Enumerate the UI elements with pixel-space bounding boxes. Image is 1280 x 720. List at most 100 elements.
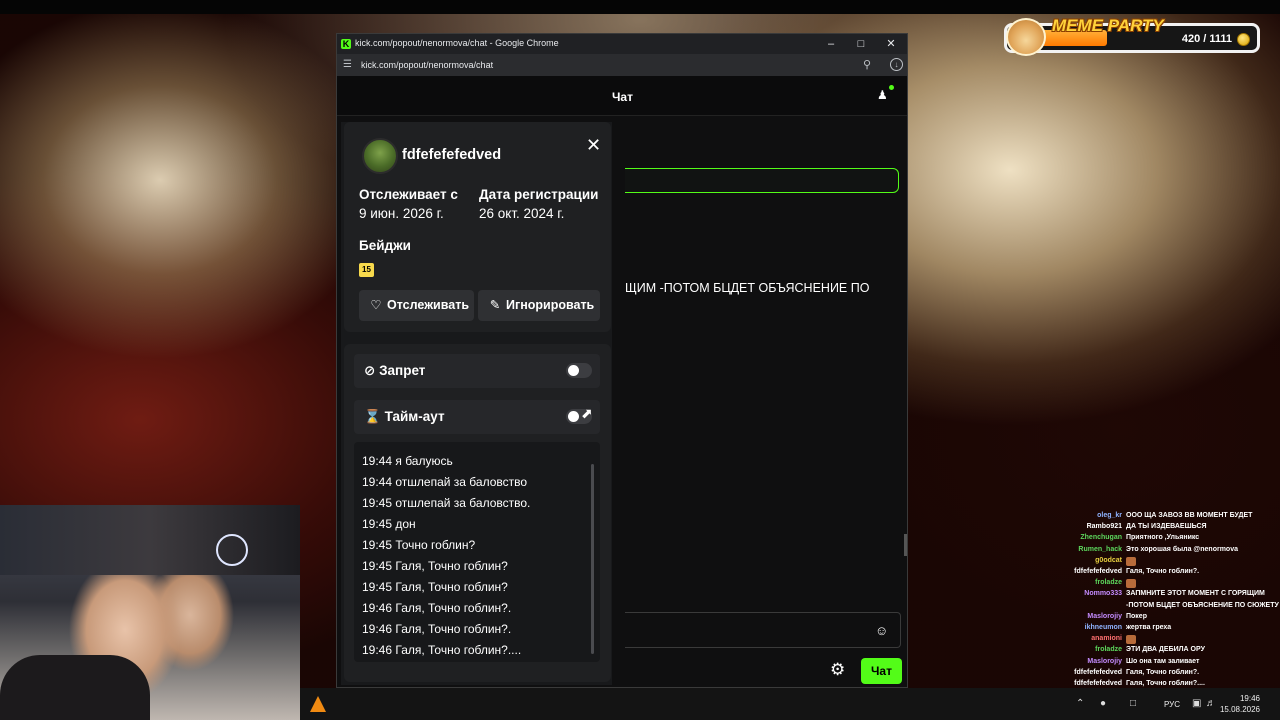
url-text[interactable]: kick.com/popout/nenormova/chat	[361, 60, 493, 70]
history-item: 19:45 отшлепай за баловство.	[362, 496, 531, 510]
overlay-chat-row: Maslorojiy Шо она там заливает	[1030, 658, 1280, 669]
overlay-chat-user: fdfefefefedved	[1074, 668, 1122, 676]
clock[interactable]: 19:46 15.08.2026	[1216, 693, 1260, 715]
ring-light	[216, 534, 248, 566]
overlay-chat-row: Zhenchugan Приятного ,Ульяникс	[1030, 534, 1280, 545]
title-bar: K kick.com/popout/nenormova/chat - Googl…	[337, 34, 907, 54]
ban-label: ⊘ Запрет	[364, 363, 425, 379]
ignore-label: Игнорировать	[506, 298, 595, 312]
toggle-knob	[568, 411, 579, 422]
overlay-chat-row: Nommo333 ЗАПМНИТЕ ЭТОТ МОМЕНТ С ГОРЯЩИМ	[1030, 590, 1280, 601]
history-item: 19:45 дон	[362, 517, 416, 531]
chat-scrollbar[interactable]	[904, 534, 907, 556]
tray-app-icon[interactable]: ●	[1100, 698, 1106, 709]
overlay-chat-user: g0odcat	[1095, 556, 1122, 564]
gear-icon[interactable]: ⚙	[830, 660, 845, 680]
overlay-chat-message	[1126, 635, 1136, 645]
pinned-message[interactable]	[625, 168, 899, 193]
close-window-button[interactable]: ✕	[875, 36, 907, 52]
tray-chevron-icon[interactable]: ⌃	[1076, 698, 1084, 709]
overlay-chat-row: fdfefefefedved Галя, Точно гоблин?.	[1030, 669, 1280, 680]
chat-message: ЩИМ -ПОТОМ БЦДЕТ ОБЪЯСНЕНИЕ ПО	[625, 281, 870, 295]
overlay-chat-user: fdfefefefedved	[1074, 680, 1122, 687]
minimize-button[interactable]: –	[815, 36, 847, 52]
badges-label: Бейджи	[359, 238, 411, 253]
timeout-label: ⌛ Тайм-аут	[364, 409, 445, 425]
history-scrollbar[interactable]	[591, 464, 594, 654]
overlay-chat-row: fdfefefefedved Галя, Точно гоблин?.	[1030, 568, 1280, 579]
ignore-icon: ✎	[489, 298, 501, 312]
overlay-chat-message: жертва греха	[1126, 624, 1172, 631]
meme-title: MEME PARTY	[1052, 16, 1164, 35]
overlay-chat-user: Rumen_hack	[1078, 545, 1122, 553]
user-card: fdfefefefedved ✕ Отслеживает с 9 июн. 20…	[341, 122, 612, 685]
overlay-chat-message: Шо она там заливает	[1126, 657, 1200, 665]
overlay-chat-row: g0odcat	[1030, 556, 1280, 568]
overlay-chat-user: froladze	[1095, 646, 1122, 654]
tray-network-icon[interactable]: □	[1130, 698, 1136, 709]
overlay-chat-user: ikhneumon	[1084, 624, 1122, 631]
chat-input[interactable]	[625, 612, 901, 648]
message-history[interactable]: 19:44 я балуюсь 19:44 отшлепай за баловс…	[354, 442, 600, 662]
history-item: 19:45 Галя, Точно гоблин?	[362, 559, 508, 573]
language-indicator[interactable]: РУС	[1164, 700, 1180, 709]
top-strip	[0, 0, 1280, 14]
overlay-chat-user: fdfefefefedved	[1074, 568, 1122, 575]
overlay-chat-message: Галя, Точно гоблин?.	[1126, 568, 1200, 575]
vlc-icon[interactable]	[310, 696, 326, 712]
overlay-chat-row: oleg_kr ООО ЩА ЗАВОЗ ВВ МОМЕНТ БУДЕТ	[1030, 512, 1280, 523]
emoji-icon[interactable]: ☺	[875, 623, 888, 638]
mouse-cursor-icon: ⬈	[581, 405, 593, 421]
follow-button[interactable]: ♡ Отслеживать	[359, 290, 474, 321]
send-chat-button[interactable]: Чат	[861, 658, 902, 684]
webcam-overlay	[0, 505, 300, 720]
chrome-popup-window: K kick.com/popout/nenormova/chat - Googl…	[336, 33, 908, 688]
zoom-icon[interactable]: ⚲	[863, 58, 871, 71]
overlay-chat-message	[1126, 579, 1136, 589]
doge-icon	[1006, 18, 1046, 56]
ban-text: Запрет	[379, 363, 426, 378]
maximize-button[interactable]: □	[845, 36, 877, 52]
chat-header: Чат ♟	[337, 76, 907, 116]
ban-toggle[interactable]	[566, 363, 592, 378]
overlay-chat-row: -ПОТОМ БЦДЕТ ОБЪЯСНЕНИЕ ПО СЮЖЕТУ	[1030, 602, 1280, 613]
meme-party-widget: MEME PARTY 420 / 1111	[1004, 16, 1260, 56]
webcam-background	[0, 505, 300, 575]
overlay-chat-message: Это хорошая была @nenormova	[1126, 545, 1238, 553]
site-settings-icon[interactable]: ☰	[343, 59, 352, 70]
ignore-button[interactable]: ✎ Игнорировать	[478, 290, 600, 321]
close-icon[interactable]: ✕	[586, 136, 601, 154]
subscriber-badge: 15	[359, 263, 374, 277]
timeout-text: Тайм-аут	[384, 409, 445, 424]
following-date: 9 июн. 2026 г.	[359, 206, 444, 221]
monitor-icon[interactable]: ▣	[1192, 698, 1201, 709]
user-card-info: fdfefefefedved ✕ Отслеживает с 9 июн. 20…	[344, 122, 611, 332]
hourglass-icon: ⌛	[364, 409, 381, 424]
history-item: 19:44 я балуюсь	[362, 454, 453, 468]
overlay-chat-message: Галя, Точно гоблин?....	[1126, 680, 1205, 687]
overlay-chat-user: Maslorojiy	[1087, 657, 1122, 665]
heart-icon: ♡	[370, 298, 382, 312]
download-icon[interactable]: ↓	[890, 58, 903, 71]
webcam-shadow	[0, 655, 150, 720]
ban-icon: ⊘	[364, 363, 376, 378]
address-bar[interactable]: ☰ kick.com/popout/nenormova/chat ⚲ ↓	[337, 54, 907, 76]
timeout-row: ⌛ Тайм-аут	[354, 400, 600, 434]
online-dot-icon	[889, 85, 894, 90]
overlay-chat-row: ikhneumon жертва греха	[1030, 624, 1280, 635]
overlay-chat-message: -ПОТОМ БЦДЕТ ОБЪЯСНЕНИЕ ПО СЮЖЕТУ	[1126, 601, 1279, 609]
kick-favicon-icon: K	[341, 39, 351, 49]
users-icon[interactable]: ♟	[877, 88, 891, 102]
history-item: 19:46 Галя, Точно гоблин?.	[362, 601, 512, 615]
overlay-chat-message: ЭТИ ДВА ДЕБИЛА ОРУ	[1126, 646, 1205, 654]
overlay-chat-user: Rambo921	[1086, 523, 1122, 531]
volume-icon[interactable]: ♬	[1206, 698, 1216, 709]
history-item: 19:46 Галя, Точно гоблин?....	[362, 643, 522, 657]
overlay-chat-message: Приятного ,Ульяникс	[1126, 534, 1200, 542]
toggle-knob	[568, 365, 579, 376]
clock-time: 19:46	[1239, 694, 1260, 703]
overlay-chat-row: froladze	[1030, 579, 1280, 590]
overlay-chat-row: Rambo921 ДА ТЫ ИЗДЕВАЕШЬСЯ	[1030, 523, 1280, 534]
username[interactable]: fdfefefefedved	[402, 147, 501, 163]
registered-label: Дата регистрации	[479, 187, 599, 202]
